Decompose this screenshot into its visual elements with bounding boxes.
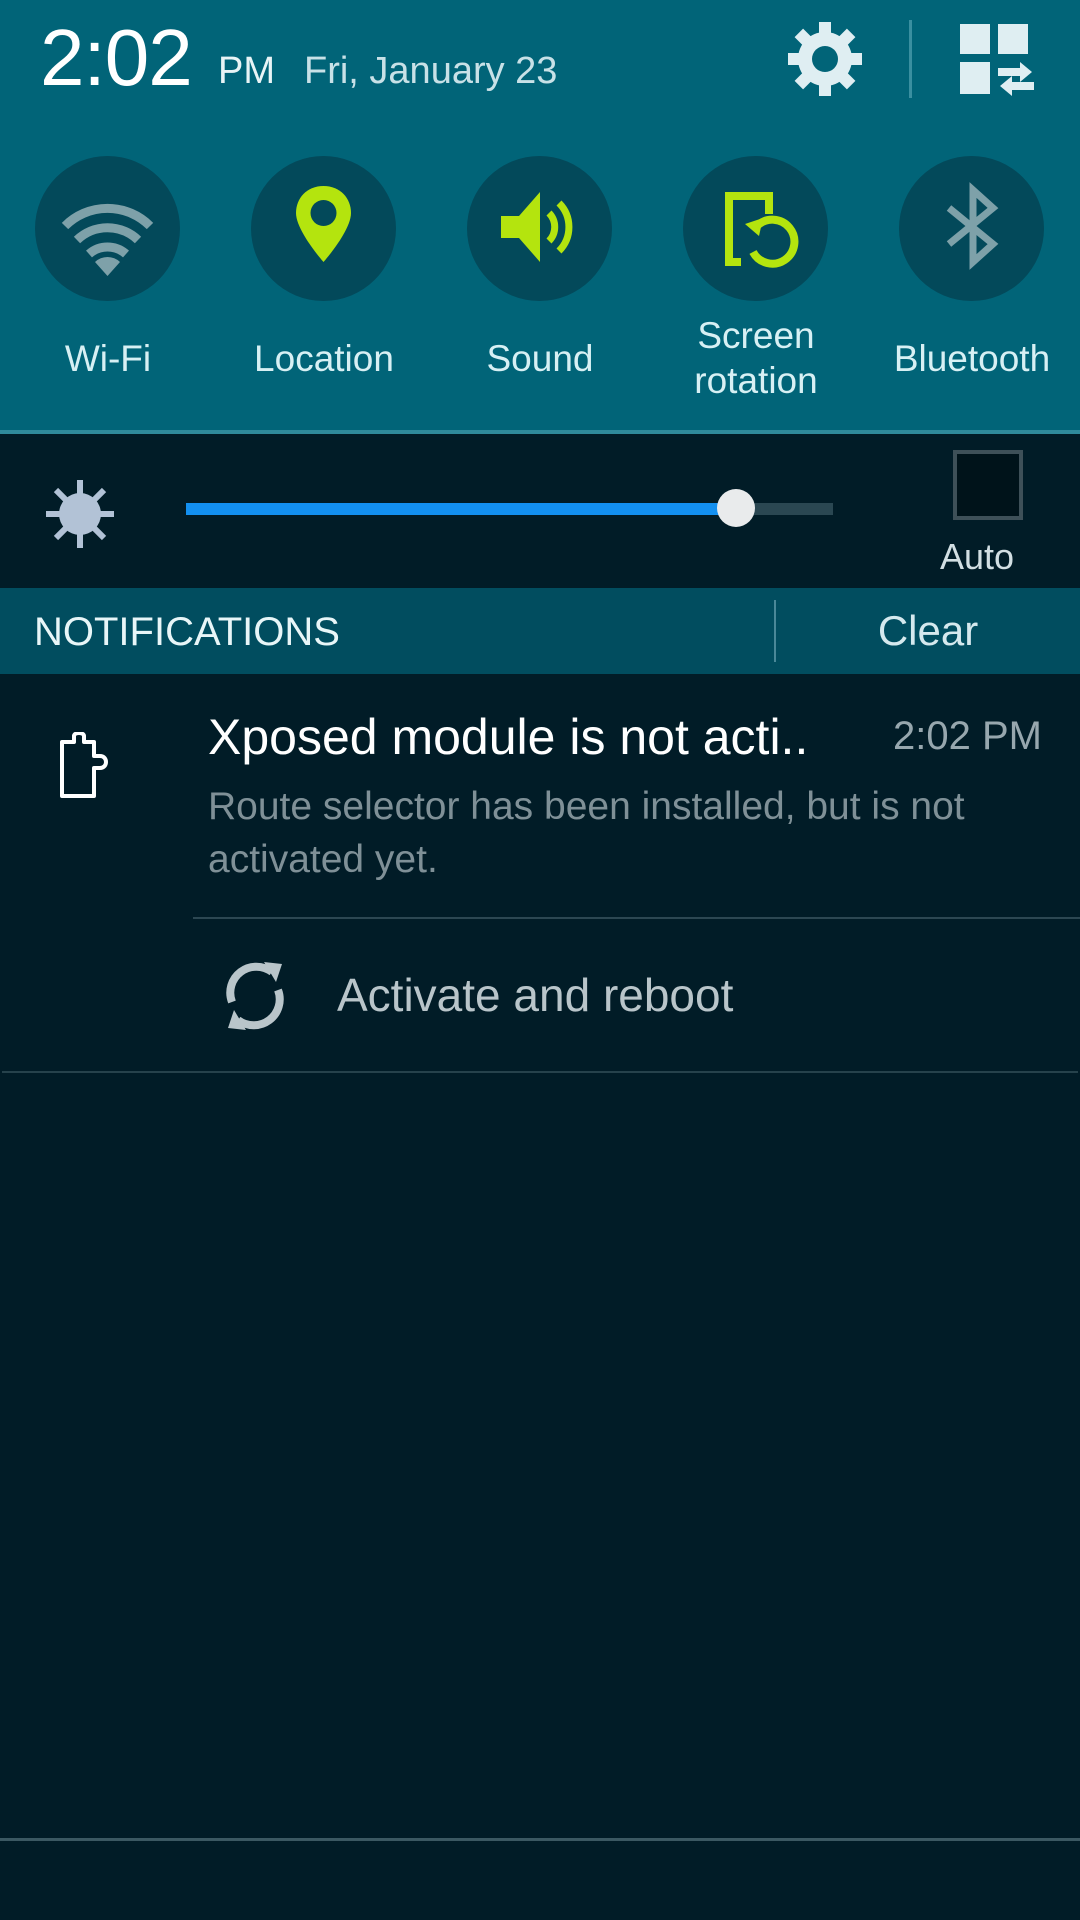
- screen-rotation-label-line1: Screen: [697, 315, 815, 356]
- sound-toggle[interactable]: [467, 156, 612, 301]
- location-label: Location: [254, 338, 394, 379]
- location-pin-icon: [296, 186, 351, 262]
- brightness-slider-fill: [186, 503, 736, 515]
- auto-brightness-checkbox[interactable]: [953, 450, 1023, 520]
- clock: 2:02: [40, 13, 193, 102]
- panel-bottom-handle[interactable]: [0, 1838, 1080, 1841]
- puzzle-piece-icon: [54, 731, 138, 800]
- wifi-label: Wi-Fi: [64, 338, 152, 379]
- bluetooth-label: Bluetooth: [893, 338, 1051, 379]
- bluetooth-toggle[interactable]: [899, 156, 1044, 301]
- sync-icon: [226, 962, 284, 1030]
- wifi-toggle[interactable]: [35, 156, 180, 301]
- auto-brightness-label: Auto: [940, 536, 1015, 577]
- gear-icon[interactable]: [786, 20, 864, 98]
- quick-settings-edit-icon[interactable]: [958, 22, 1036, 96]
- brightness-slider[interactable]: [186, 489, 833, 527]
- screen-rotation-toggle[interactable]: [683, 156, 828, 301]
- clear-button[interactable]: Clear: [776, 588, 1080, 674]
- sound-label: Sound: [486, 338, 594, 379]
- activate-and-reboot-label: Activate and reboot: [337, 969, 734, 1021]
- brightness-slider-thumb[interactable]: [716, 489, 755, 527]
- wifi-icon: [61, 203, 154, 276]
- quick-settings-panel: 2:02 PM Fri, January 23 Wi-Fi Location S…: [0, 0, 1080, 430]
- notification-text: Route selector has been installed, but i…: [208, 785, 965, 881]
- date: Fri, January 23: [304, 50, 558, 92]
- bluetooth-icon: [946, 182, 999, 270]
- notification-divider: [2, 1071, 1078, 1073]
- activate-and-reboot-button[interactable]: Activate and reboot: [190, 940, 890, 1050]
- notifications-title: NOTIFICATIONS: [34, 610, 340, 654]
- brightness-icon: [46, 480, 114, 548]
- location-toggle[interactable]: [251, 156, 396, 301]
- clock-ampm: PM: [218, 50, 275, 92]
- screen-rotation-icon: [725, 192, 799, 268]
- screen-rotation-label-line2: rotation: [694, 360, 818, 401]
- header-divider: [909, 20, 912, 98]
- notifications-header: NOTIFICATIONS Clear: [0, 588, 1080, 674]
- notification-time: 2:02 PM: [893, 714, 1042, 758]
- notification-title: Xposed module is not acti..: [208, 709, 809, 765]
- notification-action-divider: [193, 917, 1080, 919]
- speaker-icon: [501, 192, 573, 262]
